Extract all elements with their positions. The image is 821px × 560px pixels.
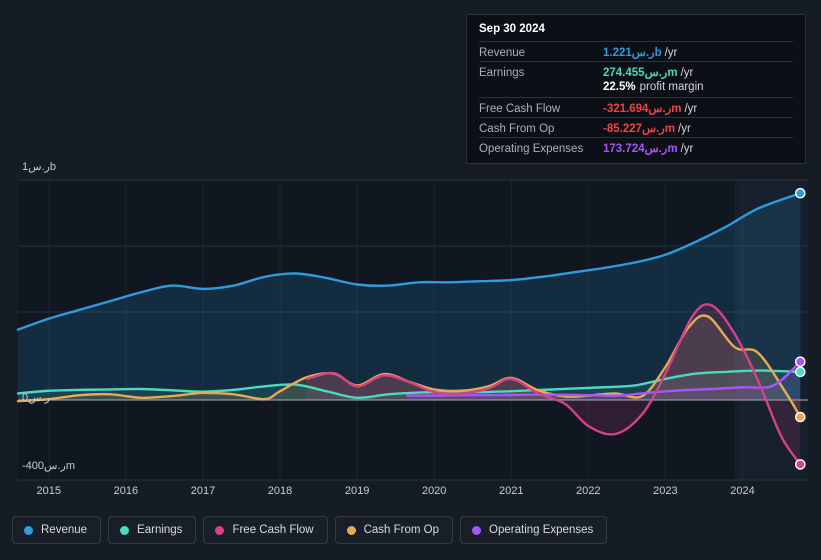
tooltip-row-suffix: /yr — [684, 103, 698, 115]
x-tick-label: 2021 — [499, 485, 524, 497]
endpoint-marker — [794, 356, 806, 368]
legend-item-revenue[interactable]: Revenue — [12, 516, 102, 544]
legend-item-label: Cash From Op — [363, 524, 440, 536]
x-tick-label: 2018 — [267, 485, 293, 497]
legend-item-label: Revenue — [41, 524, 88, 536]
tooltip-row-suffix: /yr — [678, 123, 691, 135]
legend-color-dot-icon — [346, 525, 356, 535]
tooltip-row: 22.5% profit margin — [479, 81, 793, 97]
tooltip-row-label: Revenue — [479, 47, 526, 59]
tooltip-row-suffix: /yr — [680, 67, 694, 79]
tooltip-row-value: -85.227ر.سm — [603, 123, 676, 135]
x-tick-label: 2023 — [653, 485, 678, 497]
legend-item-free-cash-flow[interactable]: Free Cash Flow — [203, 516, 328, 544]
chart-tooltip-panel: Sep 30 2024 Revenue 1.221ر.سb/yr Earnings 2… — [466, 14, 806, 164]
tooltip-row-label: Cash From Op — [479, 123, 555, 135]
legend-item-label: Free Cash Flow — [232, 524, 314, 536]
tooltip-row-note: profit margin — [639, 81, 704, 93]
endpoint-marker — [794, 187, 806, 199]
tooltip-date: Sep 30 2024 — [479, 23, 545, 35]
tooltip-row: Cash From Op -85.227ر.سm/yr — [479, 117, 793, 137]
legend-item-earnings[interactable]: Earnings — [108, 516, 197, 544]
x-axis-labels: 2015 2016 2017 2018 2019 2020 2021 2022 2023 2024 — [0, 485, 821, 501]
tooltip-row-label: Earnings — [479, 67, 525, 79]
endpoint-marker — [794, 411, 806, 423]
tooltip-row-value: -321.694ر.سm — [603, 103, 682, 115]
legend-color-dot-icon — [120, 525, 130, 535]
x-tick-label: 2016 — [113, 485, 139, 497]
chart-legend[interactable]: Revenue Earnings Free Cash Flow Cash From O… — [12, 516, 608, 544]
tooltip-row-value: 22.5% — [603, 81, 636, 93]
tooltip-row-label: Free Cash Flow — [479, 103, 561, 115]
tooltip-row: Free Cash Flow -321.694ر.سm/yr — [479, 97, 793, 117]
x-tick-label: 2019 — [344, 485, 370, 497]
legend-item-operating-expenses[interactable]: Operating Expenses — [460, 516, 608, 544]
endpoint-marker — [794, 459, 806, 470]
tooltip-row-value: 1.221ر.سb — [603, 47, 662, 59]
legend-color-dot-icon — [215, 525, 225, 535]
x-tick-label: 2015 — [36, 485, 62, 497]
x-tick-label: 2022 — [576, 485, 601, 497]
tooltip-row-suffix: /yr — [664, 47, 678, 59]
endpoint-marker — [794, 366, 806, 378]
tooltip-row-value: 274.455ر.سm — [603, 67, 678, 79]
legend-item-cash-from-op[interactable]: Cash From Op — [334, 516, 454, 544]
legend-color-dot-icon — [24, 525, 33, 535]
tooltip-row-value: 173.724ر.سm — [603, 143, 678, 155]
tooltip-rows: Revenue 1.221ر.سb/yr Earnings 274.455ر.سm/y… — [479, 41, 793, 157]
x-tick-label: 2017 — [190, 485, 216, 497]
tooltip-row: Revenue 1.221ر.سb/yr — [479, 41, 793, 61]
legend-item-label: Operating Expenses — [489, 524, 594, 536]
y-axis-label-zero: 0ر.س — [22, 392, 50, 404]
tooltip-row: Operating Expenses 173.724ر.سm/yr — [479, 137, 793, 157]
tooltip-row-suffix: /yr — [680, 143, 694, 155]
financial-chart[interactable]: 1ر.سb 0ر.س -400ر.سm 2015 2016 2017 2018 2019… — [0, 0, 821, 560]
x-tick-label: 2024 — [730, 485, 755, 497]
x-tick-label: 2020 — [421, 485, 447, 497]
tooltip-row: Earnings 274.455ر.سm/yr — [479, 61, 793, 81]
y-axis-label-bottom: -400ر.سm — [22, 460, 75, 472]
tooltip-row-label: Operating Expenses — [479, 143, 584, 155]
legend-color-dot-icon — [472, 525, 482, 535]
y-axis-label-top: 1ر.سb — [22, 161, 57, 173]
legend-item-label: Earnings — [137, 524, 183, 536]
